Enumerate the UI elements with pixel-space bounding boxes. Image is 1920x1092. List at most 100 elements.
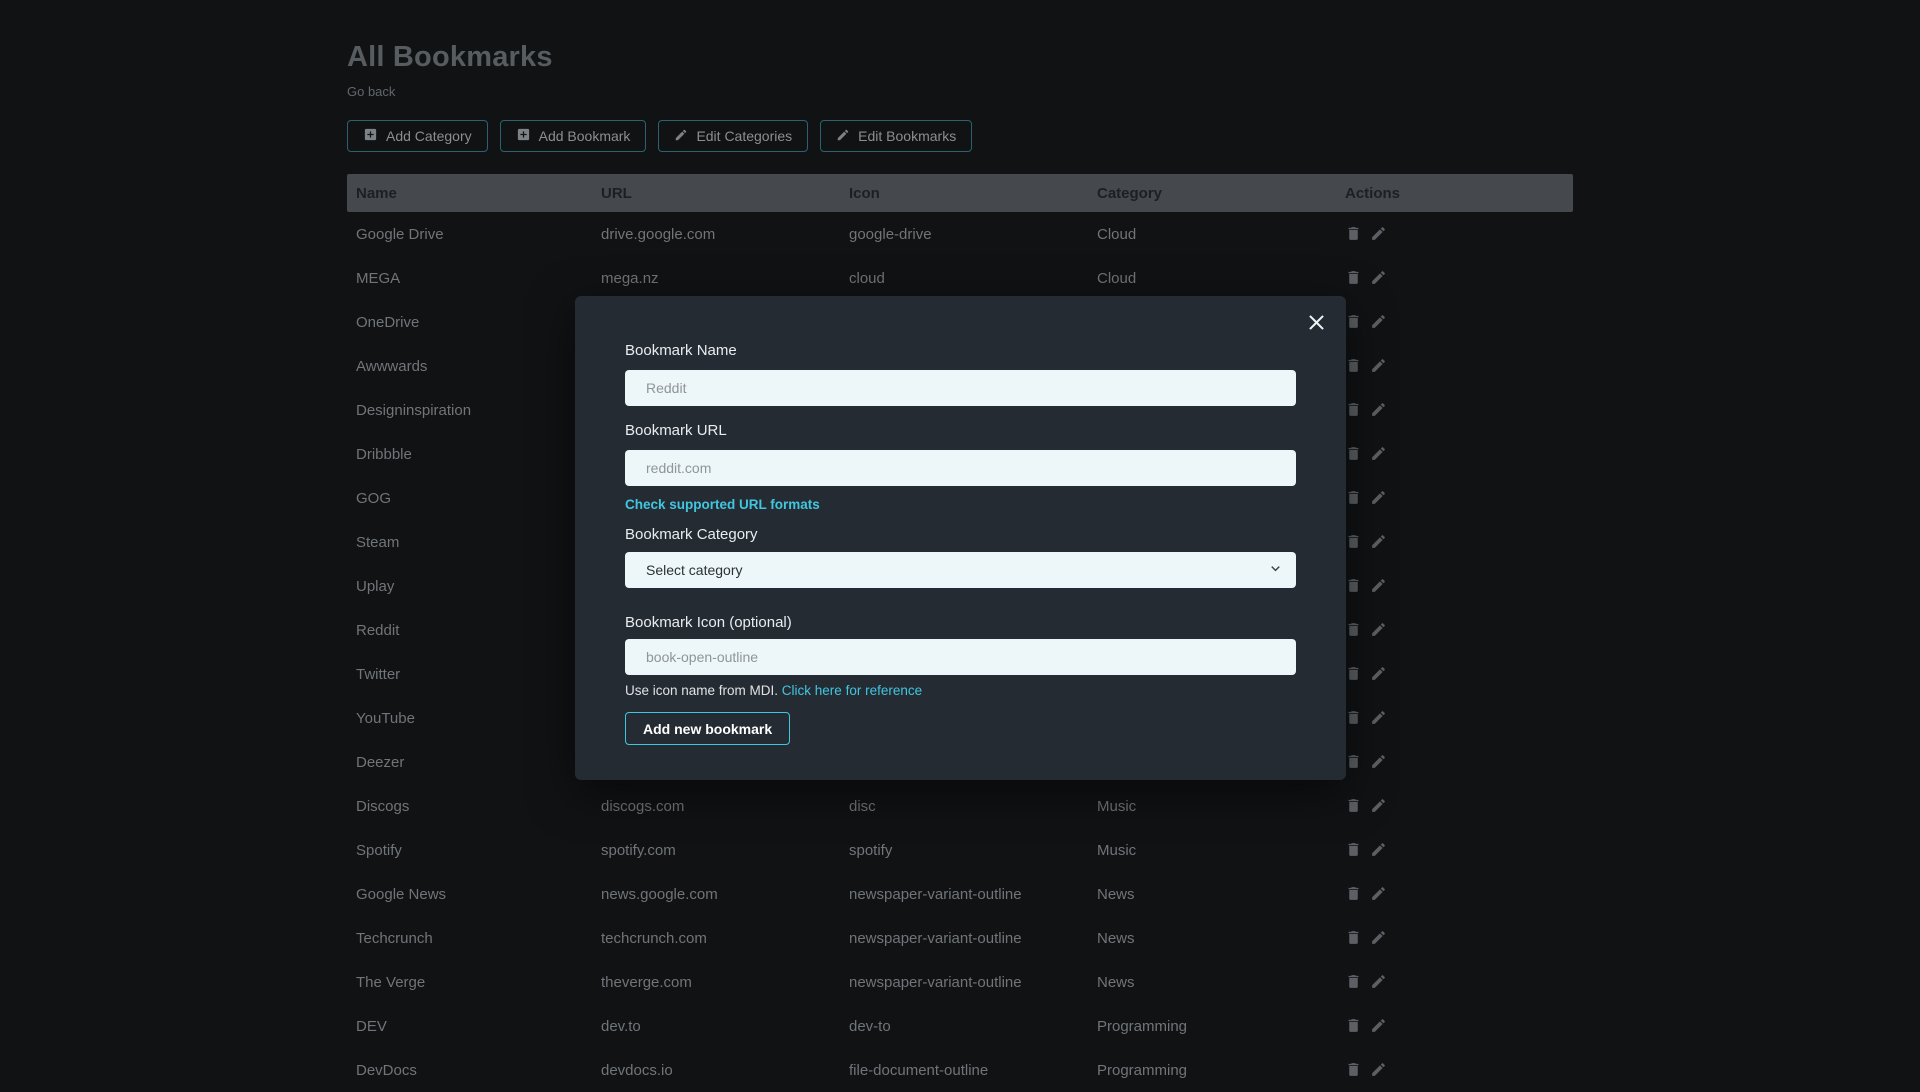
pencil-icon[interactable] — [1370, 885, 1388, 903]
row-actions — [1345, 357, 1573, 375]
bookmark-name-label: Bookmark Name — [625, 342, 1296, 360]
table-row: Google Drive drive.google.com google-dri… — [347, 212, 1573, 256]
delete-icon[interactable] — [1345, 885, 1363, 903]
row-actions — [1345, 1017, 1573, 1035]
delete-icon[interactable] — [1345, 313, 1363, 331]
bookmark-name-cell: Steam — [356, 534, 601, 551]
bookmark-name-cell: MEGA — [356, 270, 601, 287]
pencil-icon — [674, 128, 688, 145]
bookmark-url-label: Bookmark URL — [625, 422, 1296, 440]
delete-icon[interactable] — [1345, 401, 1363, 419]
mdi-reference-link[interactable]: Click here for reference — [782, 683, 922, 698]
bookmark-name-cell: Uplay — [356, 578, 601, 595]
bookmark-icon-cell: newspaper-variant-outline — [849, 930, 1097, 947]
pencil-icon[interactable] — [1370, 973, 1388, 991]
bookmark-icon-input[interactable] — [625, 639, 1296, 675]
bookmark-name-cell: Designinspiration — [356, 402, 601, 419]
bookmark-url-cell: discogs.com — [601, 798, 849, 815]
delete-icon[interactable] — [1345, 225, 1363, 243]
row-actions — [1345, 929, 1573, 947]
delete-icon[interactable] — [1345, 929, 1363, 947]
pencil-icon[interactable] — [1370, 533, 1388, 551]
bookmark-url-cell: news.google.com — [601, 886, 849, 903]
pencil-icon[interactable] — [1370, 577, 1388, 595]
category-select[interactable]: Select category — [625, 552, 1296, 588]
add-bookmark-modal: Bookmark Name Bookmark URL Check support… — [575, 296, 1346, 780]
bookmark-name-cell: OneDrive — [356, 314, 601, 331]
pencil-icon[interactable] — [1370, 1017, 1388, 1035]
add-new-bookmark-button[interactable]: Add new bookmark — [625, 712, 790, 745]
pencil-icon[interactable] — [1370, 445, 1388, 463]
header-name: Name — [356, 185, 601, 202]
bookmark-category-cell: Cloud — [1097, 226, 1345, 243]
go-back-link[interactable]: Go back — [347, 84, 395, 99]
pencil-icon[interactable] — [1370, 797, 1388, 815]
bookmark-url-input[interactable] — [625, 450, 1296, 486]
bookmark-name-cell: Google News — [356, 886, 601, 903]
delete-icon[interactable] — [1345, 533, 1363, 551]
bookmark-url-cell: theverge.com — [601, 974, 849, 991]
delete-icon[interactable] — [1345, 973, 1363, 991]
bookmark-category-cell: Programming — [1097, 1018, 1345, 1035]
pencil-icon[interactable] — [1370, 1061, 1388, 1079]
bookmark-name-cell: Spotify — [356, 842, 601, 859]
table-row: Spotify spotify.com spotify Music — [347, 828, 1573, 872]
row-actions — [1345, 753, 1573, 771]
bookmark-name-cell: Awwwards — [356, 358, 601, 375]
bookmark-icon-cell: newspaper-variant-outline — [849, 974, 1097, 991]
table-row: MEGA mega.nz cloud Cloud — [347, 256, 1573, 300]
table-header-row: Name URL Icon Category Actions — [347, 174, 1573, 212]
delete-icon[interactable] — [1345, 709, 1363, 727]
pencil-icon[interactable] — [1370, 269, 1388, 287]
pencil-icon[interactable] — [1370, 621, 1388, 639]
add-category-label: Add Category — [386, 128, 472, 144]
table-row: The Verge theverge.com newspaper-variant… — [347, 960, 1573, 1004]
edit-categories-button[interactable]: Edit Categories — [658, 120, 808, 152]
pencil-icon[interactable] — [1370, 401, 1388, 419]
table-row: Google News news.google.com newspaper-va… — [347, 872, 1573, 916]
delete-icon[interactable] — [1345, 269, 1363, 287]
delete-icon[interactable] — [1345, 841, 1363, 859]
delete-icon[interactable] — [1345, 489, 1363, 507]
delete-icon[interactable] — [1345, 357, 1363, 375]
pencil-icon[interactable] — [1370, 357, 1388, 375]
close-icon[interactable] — [1302, 308, 1330, 336]
bookmark-category-cell: News — [1097, 930, 1345, 947]
pencil-icon[interactable] — [1370, 709, 1388, 727]
row-actions — [1345, 533, 1573, 551]
bookmark-category-label: Bookmark Category — [625, 526, 1296, 544]
pencil-icon[interactable] — [1370, 753, 1388, 771]
pencil-icon[interactable] — [1370, 225, 1388, 243]
bookmark-icon-cell: dev-to — [849, 1018, 1097, 1035]
bookmark-icon-cell: newspaper-variant-outline — [849, 886, 1097, 903]
url-formats-link[interactable]: Check supported URL formats — [625, 497, 820, 513]
plus-box-icon — [363, 127, 378, 145]
delete-icon[interactable] — [1345, 797, 1363, 815]
edit-categories-label: Edit Categories — [696, 128, 792, 144]
pencil-icon[interactable] — [1370, 313, 1388, 331]
delete-icon[interactable] — [1345, 1017, 1363, 1035]
bookmark-name-cell: Google Drive — [356, 226, 601, 243]
bookmark-url-cell: dev.to — [601, 1018, 849, 1035]
header-url: URL — [601, 185, 849, 202]
add-category-button[interactable]: Add Category — [347, 120, 488, 152]
pencil-icon[interactable] — [1370, 841, 1388, 859]
edit-bookmarks-button[interactable]: Edit Bookmarks — [820, 120, 972, 152]
delete-icon[interactable] — [1345, 1061, 1363, 1079]
bookmark-icon-cell: google-drive — [849, 226, 1097, 243]
row-actions — [1345, 577, 1573, 595]
header-icon: Icon — [849, 185, 1097, 202]
pencil-icon[interactable] — [1370, 489, 1388, 507]
bookmark-name-cell: Deezer — [356, 754, 601, 771]
delete-icon[interactable] — [1345, 665, 1363, 683]
delete-icon[interactable] — [1345, 445, 1363, 463]
delete-icon[interactable] — [1345, 577, 1363, 595]
pencil-icon[interactable] — [1370, 665, 1388, 683]
bookmark-icon-cell: cloud — [849, 270, 1097, 287]
pencil-icon[interactable] — [1370, 929, 1388, 947]
delete-icon[interactable] — [1345, 621, 1363, 639]
pencil-icon — [836, 128, 850, 145]
bookmark-name-input[interactable] — [625, 370, 1296, 406]
delete-icon[interactable] — [1345, 753, 1363, 771]
add-bookmark-button[interactable]: Add Bookmark — [500, 120, 647, 152]
